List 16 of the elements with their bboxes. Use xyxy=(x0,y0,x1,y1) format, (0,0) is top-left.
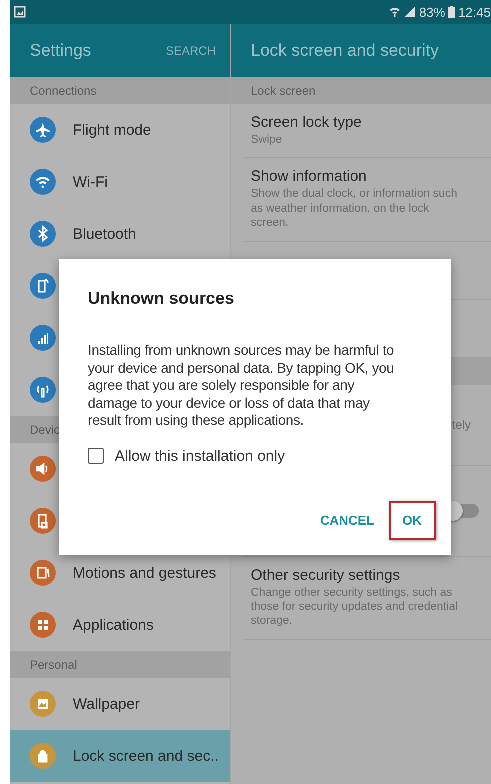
row-title: Other security settings xyxy=(251,566,402,584)
section-header: Personal xyxy=(10,651,230,678)
row-title: Screen lock type xyxy=(251,114,363,131)
row-description: Show the dual clock, or information such as weather information, on the lock screen. xyxy=(251,187,458,230)
battery-percent: 83% xyxy=(419,4,446,20)
checkbox-label: Allow this installation only xyxy=(115,448,286,464)
row-description: tely xyxy=(452,418,471,432)
dialog-title: Unknown sources xyxy=(88,289,236,309)
page-title: Lock screen and security xyxy=(251,40,440,60)
row-title: Show information xyxy=(251,168,368,186)
row-description: Change other security settings, such as those for security updates and credential storage. xyxy=(251,586,460,629)
section-header: Lock screen xyxy=(231,77,491,104)
clock: 12:45 xyxy=(458,4,491,20)
row-description: Swipe xyxy=(251,133,284,148)
section-header: Connections xyxy=(10,77,230,104)
settings-title: Settings xyxy=(30,40,92,60)
